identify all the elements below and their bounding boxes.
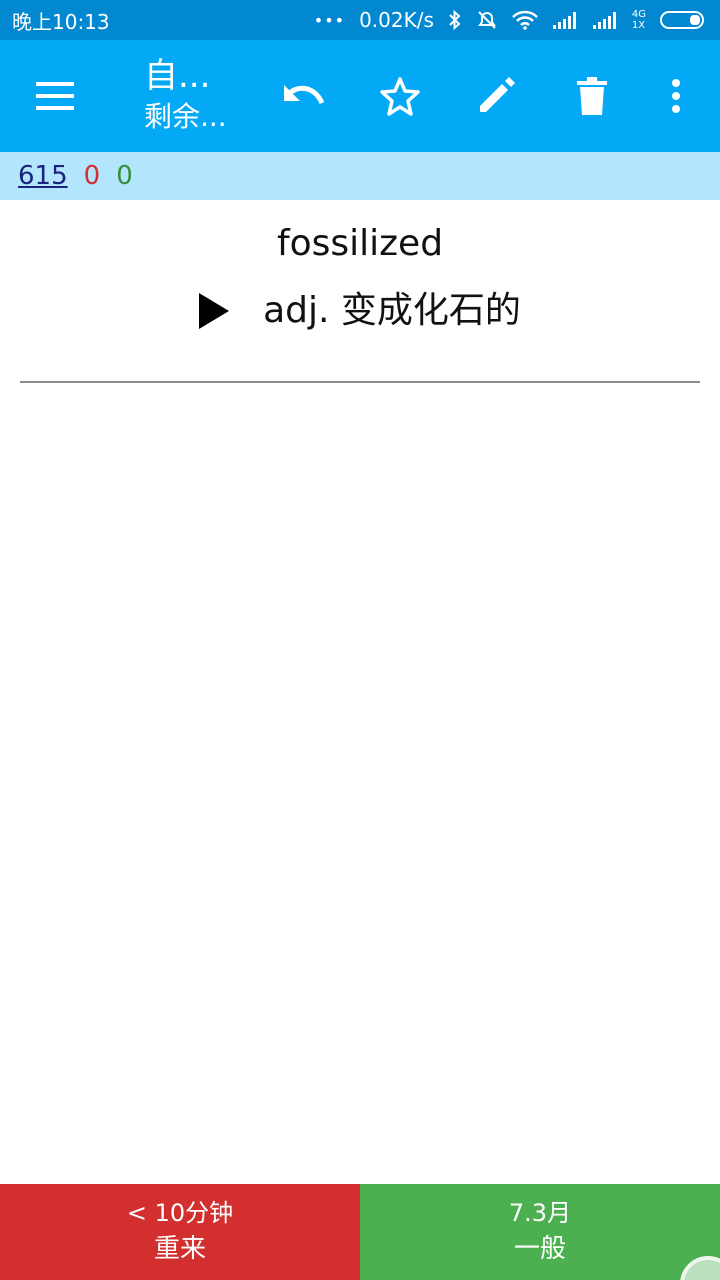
good-button[interactable]: 7.3月 一般	[360, 1184, 720, 1280]
play-audio-icon[interactable]	[199, 293, 230, 329]
edit-button[interactable]	[468, 40, 524, 152]
more-vert-icon	[672, 79, 680, 113]
network-type-top: 4G	[631, 9, 646, 20]
delete-button[interactable]	[564, 40, 620, 152]
wifi-icon	[511, 10, 538, 30]
undo-button[interactable]	[276, 40, 332, 152]
pencil-icon	[480, 77, 515, 112]
definition-row: adj. 变成化石的	[0, 286, 720, 336]
menu-icon	[36, 82, 74, 110]
network-type: 4G 1X	[632, 9, 646, 31]
status-time: 晚上10:13	[12, 9, 110, 34]
star-button[interactable]	[372, 40, 428, 152]
again-label: 重来	[153, 1234, 206, 1264]
undo-icon	[284, 85, 325, 105]
status-icons: ••• 0.02K/s 4G 1X	[314, 8, 708, 32]
answer-divider	[20, 381, 700, 383]
network-type-bottom: 1X	[631, 20, 646, 31]
card-word: fossilized	[276, 223, 444, 264]
deck-title: 自...	[144, 56, 211, 96]
overflow-menu-button[interactable]	[652, 40, 700, 152]
good-label: 一般	[513, 1234, 566, 1264]
again-button[interactable]: < 10分钟 重来	[0, 1184, 360, 1280]
learning-count: 0	[83, 161, 101, 191]
status-bar: 晚上10:13 ••• 0.02K/s 4G 1X	[0, 0, 720, 40]
deck-title-block[interactable]: 自... 剩余...	[144, 54, 254, 136]
signal-icon	[552, 11, 578, 29]
card-counts-bar: 615 0 0	[0, 152, 720, 200]
new-count[interactable]: 615	[18, 161, 68, 191]
signal-secondary-icon	[592, 11, 618, 29]
mute-icon	[476, 10, 498, 30]
star-outline-icon	[380, 77, 420, 116]
network-speed: 0.02K/s	[359, 8, 434, 32]
again-interval: < 10分钟	[126, 1199, 234, 1227]
card-definition: adj. 变成化石的	[263, 290, 521, 331]
remaining-subtitle: 剩余...	[144, 100, 227, 133]
bluetooth-icon	[448, 10, 462, 30]
trash-icon	[577, 77, 607, 115]
battery-icon	[660, 10, 708, 30]
status-dots: •••	[313, 10, 346, 30]
good-interval: 7.3月	[508, 1199, 572, 1227]
review-count: 0	[116, 161, 133, 191]
toolbar: 自... 剩余...	[0, 40, 720, 152]
app-screen: 晚上10:13 ••• 0.02K/s 4G 1X 自... 剩余... 615…	[0, 0, 720, 1280]
menu-button[interactable]	[28, 40, 84, 152]
